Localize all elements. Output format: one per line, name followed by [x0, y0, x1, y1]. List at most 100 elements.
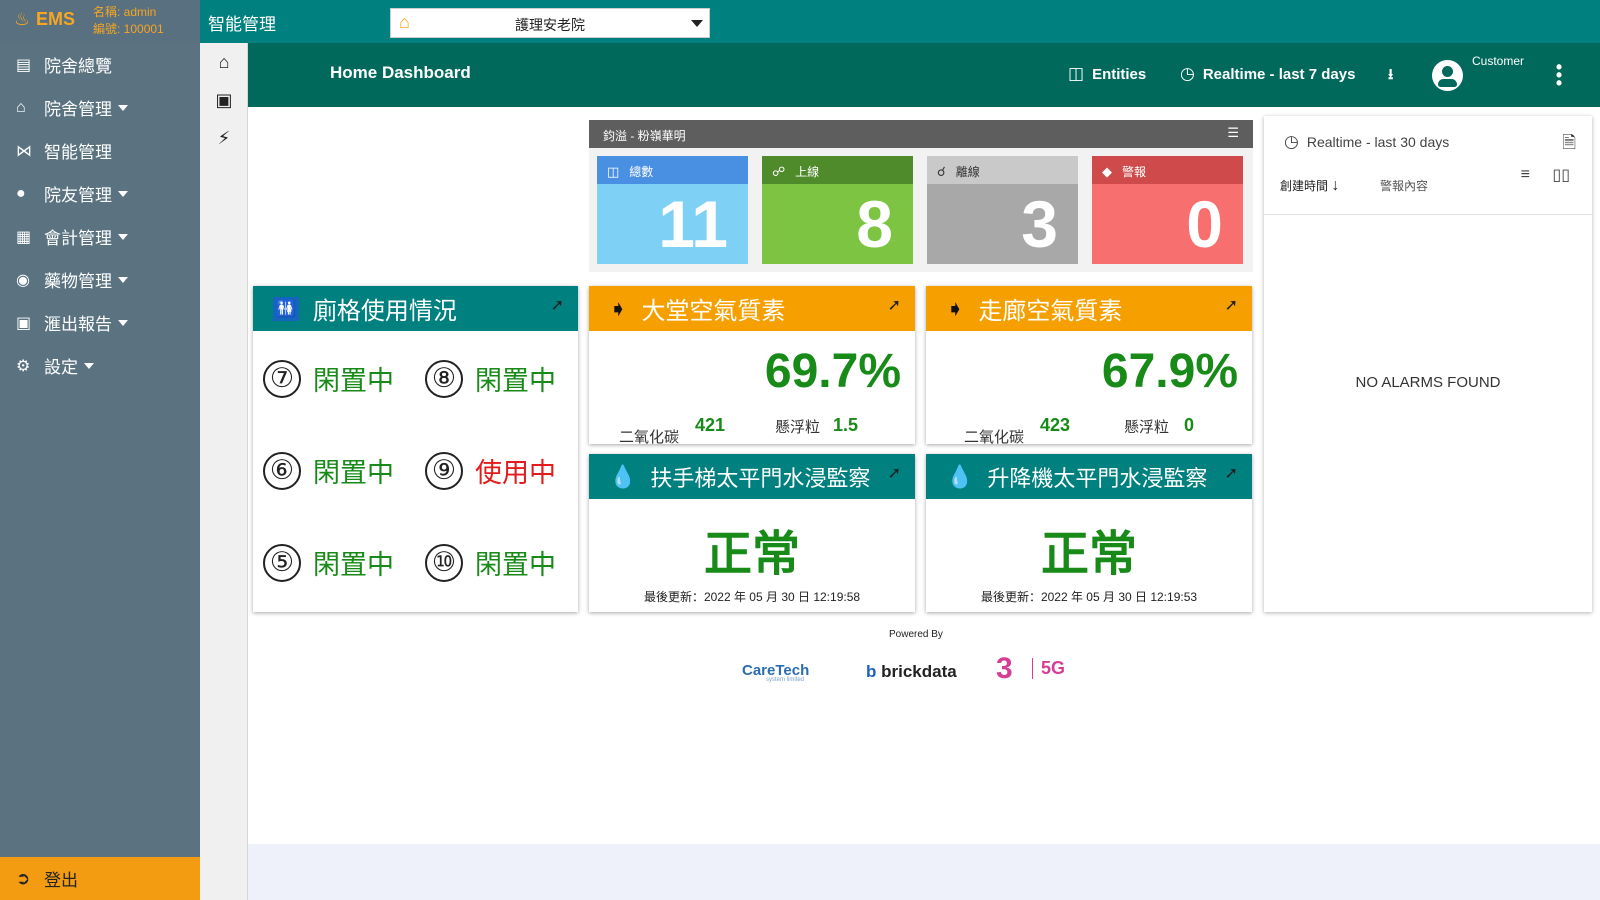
- dashboard-header: Home Dashboard ◫ Entities ◷ Realtime - las…: [248, 43, 1600, 107]
- arrow-down-icon: ↓: [1331, 177, 1340, 194]
- stall-10: ⑩ 閑置中: [425, 543, 556, 582]
- stats-title: 鈞溢 - 粉嶺華明: [603, 129, 686, 143]
- no-alarms-message: NO ALARMS FOUND: [1355, 374, 1501, 391]
- antenna-icon: ⋈: [16, 142, 32, 160]
- top-bar: ♨ EMS 名稱: admin 編號: 100001 智能管理 ⌂ 護理安老院: [0, 0, 1600, 43]
- toilet-usage-header: 🚻 廁格使用情況 ➚: [253, 286, 578, 331]
- devices-icon: ◫: [607, 164, 620, 179]
- powered-by-label: Powered By: [889, 629, 943, 640]
- clock-icon: ◷: [1180, 64, 1195, 83]
- sidebar-item-residents[interactable]: ● 院友管理: [0, 172, 200, 215]
- site-select-value: 護理安老院: [515, 17, 585, 33]
- trend-icon[interactable]: ➚: [1225, 295, 1238, 315]
- col-created-time[interactable]: 創建時間 ↓: [1280, 177, 1339, 195]
- lift-flood-title: 升降機太平門水浸監察: [987, 465, 1208, 491]
- lobby-air-widget: ➧ 大堂空氣質素 ➚ 69.7% 二氧化碳 421 懸浮粒 1.5: [589, 286, 915, 444]
- three-logo: 3: [996, 652, 1013, 685]
- corridor-co2-label: 二氧化碳: [964, 429, 1025, 444]
- user-icon: ●: [16, 184, 26, 202]
- rail-power-icon[interactable]: ⚡: [200, 119, 248, 157]
- sidebar-item-settings[interactable]: ⚙ 設定: [0, 344, 200, 387]
- stat-offline-value: 3: [927, 184, 1078, 264]
- link-icon: ☍: [772, 164, 786, 179]
- lift-flood-status: 正常: [1040, 528, 1137, 581]
- sidebar: ▤ 院舍總覽 ⌂ 院舍管理 ⋈ 智能管理 ● 院友管理 ▦ 會計管理 ◉ 藥物管理 ▣ 滙出報…: [0, 43, 200, 900]
- stall-5: ⑤ 閑置中: [263, 543, 394, 582]
- timewindow-button[interactable]: ◷ Realtime - last 7 days: [1180, 64, 1355, 84]
- col-alarm-content[interactable]: 警報內容: [1380, 177, 1428, 194]
- rail-home-icon[interactable]: ⌂: [200, 43, 248, 81]
- divider: [1264, 214, 1592, 215]
- lift-flood-header: 💧 升降機太平門水浸監察 ➚: [926, 454, 1252, 499]
- columns-icon[interactable]: ▯▯: [1552, 165, 1570, 185]
- chevron-down-icon: [118, 104, 128, 111]
- trend-icon[interactable]: ➚: [888, 295, 901, 315]
- chevron-down-icon: [118, 190, 128, 197]
- lift-flood-widget: 💧 升降機太平門水浸監察 ➚ 正常 最後更新：2022 年 05 月 30 日 …: [926, 454, 1252, 612]
- corridor-air-header: ➧ 走廊空氣質素 ➚: [926, 286, 1252, 331]
- chevron-down-icon: [84, 362, 94, 369]
- more-vert-icon[interactable]: • • •: [1554, 58, 1564, 92]
- home-icon: ⌂: [16, 98, 26, 116]
- stat-offline: ☌ 離線 3: [927, 156, 1078, 264]
- corridor-co2-value: 423: [1040, 415, 1071, 435]
- trend-icon[interactable]: ➚: [551, 295, 564, 315]
- sidebar-item-facility[interactable]: ⌂ 院舍管理: [0, 86, 200, 129]
- lobby-pm-value: 1.5: [833, 415, 859, 435]
- dashboard-rail: ⌂ ▣ ⚡: [200, 43, 248, 900]
- wind-icon: ➧: [609, 295, 628, 321]
- avatar[interactable]: [1432, 60, 1463, 91]
- download-button[interactable]: ⭳: [1388, 64, 1393, 89]
- toilet-usage-title: 廁格使用情況: [312, 298, 457, 325]
- customer-label: Customer: [1472, 54, 1525, 68]
- lobby-co2-value: 421: [695, 415, 726, 435]
- user-meta: 名稱: admin 編號: 100001: [93, 4, 164, 38]
- lobby-air-title: 大堂空氣質素: [641, 298, 786, 325]
- sidebar-item-smart[interactable]: ⋈ 智能管理: [0, 129, 200, 172]
- escalator-flood-title: 扶手梯太平門水浸監察: [650, 465, 871, 491]
- chevron-down-icon: [118, 319, 128, 326]
- alarms-timewindow[interactable]: ◷ Realtime - last 30 days: [1284, 132, 1449, 152]
- 5g-logo: 5G: [1032, 658, 1065, 679]
- menu-icon[interactable]: ☰: [1227, 125, 1239, 141]
- corridor-pm-label: 懸浮粒: [1124, 419, 1170, 436]
- alarms-widget: ◷ Realtime - last 30 days 🗎 創建時間 ↓ 警報內容 ≡…: [1264, 116, 1592, 612]
- stat-online: ☍ 上線 8: [762, 156, 913, 264]
- rail-dashboard-icon[interactable]: ▣: [200, 81, 248, 119]
- clock-icon: ◷: [1284, 132, 1299, 151]
- escalator-flood-status: 正常: [703, 528, 800, 581]
- filter-icon[interactable]: ≡: [1521, 166, 1530, 184]
- devices-icon: ◫: [1068, 64, 1085, 83]
- stat-total: ◫ 總數 11: [597, 156, 748, 264]
- sidebar-item-overview[interactable]: ▤ 院舍總覽: [0, 43, 200, 86]
- sidebar-item-accounting[interactable]: ▦ 會計管理: [0, 215, 200, 258]
- sidebar-item-medication[interactable]: ◉ 藥物管理: [0, 258, 200, 301]
- corridor-air-title: 走廊空氣質素: [978, 298, 1123, 325]
- site-select[interactable]: ⌂ 護理安老院: [390, 8, 710, 38]
- corridor-air-value: 67.9%: [1101, 345, 1238, 398]
- download-icon: ⭳: [1388, 66, 1394, 83]
- gear-icon: ⚙: [16, 357, 31, 375]
- user-name: 名稱: admin: [93, 5, 157, 19]
- escalator-flood-widget: 💧 扶手梯太平門水浸監察 ➚ 正常 最後更新：2022 年 05 月 30 日 …: [589, 454, 915, 612]
- stat-online-value: 8: [762, 184, 913, 264]
- dashboard-title: Home Dashboard: [330, 63, 471, 82]
- chevron-down-icon: [118, 276, 128, 283]
- user-id: 編號: 100001: [93, 22, 164, 36]
- sidebar-item-reports[interactable]: ▣ 滙出報告: [0, 301, 200, 344]
- logout-button[interactable]: ➲ 登出: [0, 857, 200, 900]
- escalator-flood-updated: 最後更新：2022 年 05 月 30 日 12:19:58: [643, 590, 861, 604]
- export-file-icon[interactable]: 🗎: [1562, 130, 1576, 159]
- lobby-co2-label: 二氧化碳: [619, 429, 680, 444]
- entities-button[interactable]: ◫ Entities: [1068, 64, 1146, 84]
- trend-icon[interactable]: ➚: [1225, 463, 1238, 483]
- logout-icon: ➲: [16, 868, 31, 888]
- stall-9: ⑨ 使用中: [425, 451, 556, 490]
- water-drop-icon: 💧: [946, 463, 974, 489]
- stall-7: ⑦ 閑置中: [263, 359, 394, 398]
- ems-logo[interactable]: ♨ EMS: [14, 9, 75, 30]
- unlink-icon: ☌: [937, 164, 946, 179]
- trend-icon[interactable]: ➚: [888, 463, 901, 483]
- section-title: 智能管理: [208, 15, 276, 34]
- brand-block: ♨ EMS 名稱: admin 編號: 100001: [0, 0, 200, 43]
